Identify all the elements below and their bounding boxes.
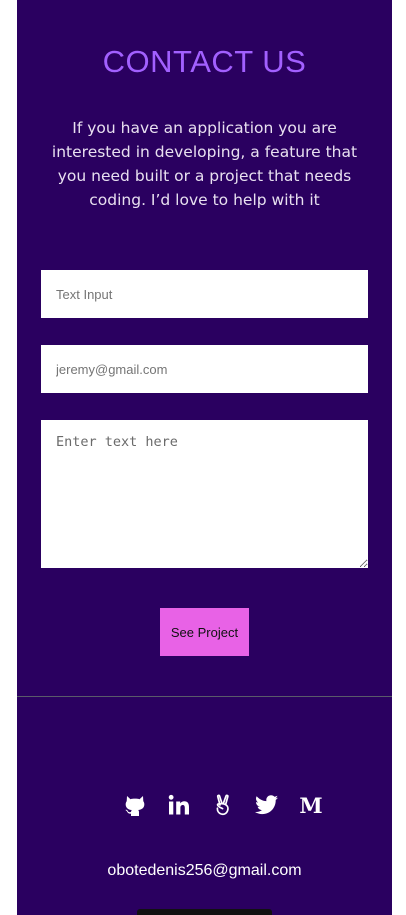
twitter-link[interactable] bbox=[252, 790, 282, 820]
email-input[interactable] bbox=[41, 345, 368, 393]
github-icon bbox=[125, 796, 145, 816]
name-input[interactable] bbox=[41, 270, 368, 318]
contact-page: CONTACT US If you have an application yo… bbox=[17, 0, 392, 915]
intro-text: If you have an application you are inter… bbox=[51, 119, 358, 209]
linkedin-link[interactable] bbox=[164, 790, 194, 820]
medium-link[interactable]: M bbox=[296, 790, 326, 820]
footer-email: obotedenis256@gmail.com bbox=[107, 862, 302, 879]
social-links: M bbox=[120, 790, 340, 820]
linkedin-icon bbox=[168, 794, 189, 815]
twitter-icon bbox=[255, 795, 278, 815]
angellist-icon bbox=[216, 794, 229, 816]
angellist-link[interactable] bbox=[208, 790, 238, 820]
github-link[interactable] bbox=[120, 790, 150, 820]
footer-divider bbox=[17, 696, 392, 697]
medium-icon: M bbox=[299, 792, 323, 818]
see-project-button[interactable]: See Project bbox=[160, 608, 249, 656]
page-title: CONTACT US bbox=[102, 44, 307, 79]
message-textarea[interactable] bbox=[41, 420, 368, 568]
home-indicator bbox=[137, 909, 272, 915]
